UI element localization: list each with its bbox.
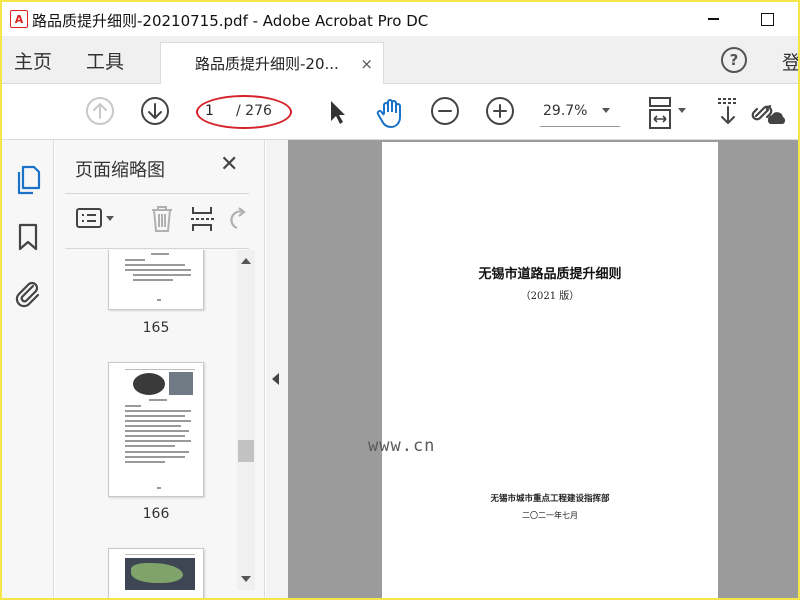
zoom-dropdown-caret[interactable] [602,108,610,113]
insert-page-icon[interactable] [189,204,217,234]
left-navigation-rail [2,140,54,598]
zoom-level[interactable]: 29.7% [543,103,587,119]
thumbnail-list: 165 166 [55,250,237,598]
title-bar: A 路品质提升细则-20210715.pdf - Adobe Acrobat P… [2,2,798,36]
select-arrow-icon[interactable] [326,98,348,126]
zoom-out-button[interactable] [431,97,459,125]
arrow-up-icon [93,103,107,119]
tab-document-label: 路品质提升细则-20... [195,55,339,73]
document-organization: 无锡市城市重点工程建设指挥部 [490,494,610,504]
arrow-down-icon [148,103,162,119]
attachment-icon[interactable] [13,278,43,310]
tab-tools[interactable]: 工具 [86,36,124,84]
zoom-field-underline [540,126,620,127]
download-icon[interactable] [714,96,742,128]
window-title: 路品质提升细则-20210715.pdf - Adobe Acrobat Pro… [32,12,429,30]
scroll-down-icon[interactable] [241,576,251,582]
help-icon[interactable]: ? [721,47,747,73]
minus-icon [438,110,452,112]
tab-document[interactable]: 路品质提升细则-20... × [160,42,384,84]
tab-close-icon[interactable]: × [360,55,373,73]
tab-bar: 主页 工具 路品质提升细则-20... × [2,36,798,84]
page-thumbnail-167[interactable] [108,548,204,598]
minimize-button[interactable] [690,6,736,32]
collapse-left-icon[interactable] [272,373,279,385]
zoom-in-button[interactable] [486,97,514,125]
thumbnail-scrollbar[interactable] [237,250,255,590]
page-display-icon[interactable] [644,94,692,132]
tab-home[interactable]: 主页 [14,36,52,84]
document-viewport[interactable]: 无锡市道路品质提升细则 （2021 版） 无锡市城市重点工程建设指挥部 二〇二一… [288,140,798,598]
page-thumbnail-165[interactable] [108,250,204,310]
thumbnail-label: 165 [142,320,170,336]
page-thumbnails-icon[interactable] [14,164,42,196]
panel-divider [65,248,249,249]
page-thumbnail-166[interactable] [108,362,204,497]
document-page: 无锡市道路品质提升细则 （2021 版） 无锡市城市重点工程建设指挥部 二〇二一… [382,142,718,598]
page-thumbnails-panel: 页面缩略图 ✕ 165 166 [55,140,265,598]
previous-page-button[interactable] [86,97,114,125]
next-page-button[interactable] [141,97,169,125]
maximize-button[interactable] [744,6,790,32]
sign-in-link[interactable]: 登 [782,48,798,75]
hand-tool-icon[interactable] [374,96,408,130]
panel-close-icon[interactable]: ✕ [220,152,238,177]
delete-page-icon[interactable] [149,204,175,234]
rotate-page-icon[interactable] [227,204,251,234]
scroll-up-icon[interactable] [241,258,251,264]
panel-divider [65,193,249,194]
document-title: 无锡市道路品质提升细则 [478,267,622,282]
bookmark-icon[interactable] [16,222,40,252]
plus-icon [493,104,507,118]
thumbnail-options-icon[interactable] [75,206,119,232]
document-date: 二〇二一年七月 [522,511,578,520]
highlight-ellipse-annotation [196,95,292,129]
thumbnail-label: 166 [142,506,170,522]
site-watermark: www.cn [368,436,436,456]
panel-title: 页面缩略图 [75,160,165,181]
document-edition: （2021 版） [520,291,580,302]
scrollbar-thumb[interactable] [238,440,254,462]
toolbar: / 276 29.7% [2,84,798,140]
panel-collapse-strip[interactable] [266,140,288,598]
acrobat-window: A 路品质提升细则-20210715.pdf - Adobe Acrobat P… [2,2,798,598]
share-link-icon[interactable] [750,96,790,128]
acrobat-app-icon: A [10,10,28,28]
